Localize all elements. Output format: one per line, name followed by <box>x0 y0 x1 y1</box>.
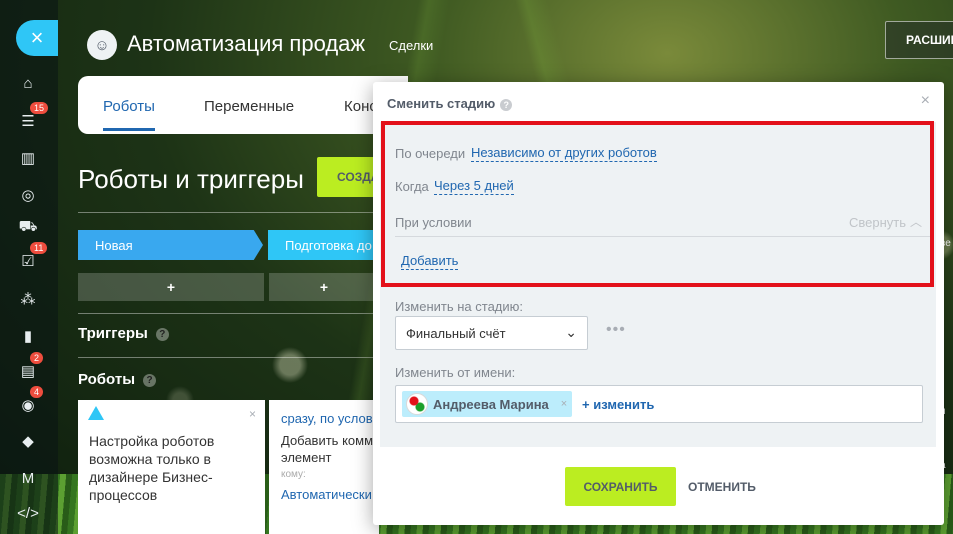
highlight-frame <box>381 121 934 287</box>
bank-icon[interactable]: ▥ <box>17 147 39 169</box>
close-icon: × <box>30 25 44 50</box>
remove-user-icon[interactable]: × <box>561 398 567 410</box>
robot-card[interactable]: сразу, по услов Добавить комм элемент ко… <box>269 400 379 534</box>
robot-recipient-value[interactable]: Автоматически <box>281 487 372 502</box>
box-icon[interactable]: ◆ <box>17 430 39 452</box>
nodes-icon[interactable]: ⁂ <box>17 288 39 310</box>
stage-field-label: Изменить на стадию: <box>395 299 524 314</box>
chart-icon[interactable]: ▮ <box>17 325 39 347</box>
change-user-link[interactable]: + изменить <box>582 397 654 412</box>
stage-label: Новая <box>95 237 133 253</box>
close-slider-button[interactable]: × <box>16 20 58 56</box>
create-button[interactable]: СОЗДА <box>317 157 379 197</box>
page-header-title: Автоматизация продаж <box>127 31 366 56</box>
close-icon[interactable]: × <box>921 92 930 110</box>
warning-text: Настройка роботов возможна только в диза… <box>89 433 215 503</box>
chevron-down-icon: ⌄ <box>565 324 577 340</box>
divider <box>78 357 378 358</box>
robot-condition-link[interactable]: сразу, по услов <box>281 411 373 426</box>
help-icon[interactable]: ? <box>143 373 157 387</box>
notification-badge: 4 <box>30 386 44 398</box>
active-tab-indicator <box>103 128 155 131</box>
robot-recipient-label: кому: <box>281 469 306 480</box>
tabs-bar: Роботы Переменные Конс <box>78 76 408 134</box>
avatar <box>406 393 428 415</box>
save-button[interactable]: СОХРАНИТЬ <box>565 467 676 506</box>
tab-variables[interactable]: Переменные <box>204 98 294 115</box>
target-icon[interactable]: ◎ <box>17 184 39 206</box>
robots-label: Роботы <box>78 371 136 388</box>
more-options-icon[interactable]: ••• <box>606 321 626 339</box>
user-selector-field[interactable]: Андреева Марина × + изменить <box>395 385 923 423</box>
notification-badge: 15 <box>30 102 49 114</box>
cancel-button[interactable]: ОТМЕНИТЬ <box>688 480 756 494</box>
triggers-label: Триггеры <box>78 325 148 342</box>
close-icon[interactable]: × <box>249 407 256 421</box>
stage-select[interactable]: Финальный счёт ⌄ <box>395 316 588 350</box>
dialog-title: Сменить стадию? <box>387 96 513 111</box>
expand-button[interactable]: РАСШИР <box>885 21 953 59</box>
stage-select-value: Финальный счёт <box>406 325 506 341</box>
robots-heading: Роботы? <box>78 371 157 388</box>
home-icon[interactable]: ⌂ <box>17 72 39 94</box>
robot-logo-icon: ☺ <box>87 30 117 60</box>
triggers-heading: Триггеры? <box>78 325 169 342</box>
robot-title: Добавить комм элемент <box>281 433 374 465</box>
warning-icon <box>88 406 104 420</box>
user-name: Андреева Марина <box>433 396 549 412</box>
from-field-label: Изменить от имени: <box>395 365 516 380</box>
tab-robots[interactable]: Роботы <box>103 98 155 115</box>
dialog-title-text: Сменить стадию <box>387 96 496 111</box>
market-icon[interactable]: M <box>17 467 39 489</box>
user-chip: Андреева Марина × <box>402 391 572 417</box>
cart-icon[interactable]: ⛟ <box>17 216 39 238</box>
help-icon[interactable]: ? <box>155 327 169 341</box>
header-subtitle: Сделки <box>389 38 434 53</box>
code-icon[interactable]: </> <box>17 502 39 524</box>
help-icon[interactable]: ? <box>500 98 513 111</box>
stage-preparation[interactable]: Подготовка до <box>268 230 388 260</box>
warning-card: × Настройка роботов возможна только в ди… <box>78 400 265 534</box>
notification-badge: 2 <box>30 352 44 364</box>
divider <box>78 313 378 314</box>
divider <box>78 212 378 213</box>
page-title: Роботы и триггеры <box>78 164 304 194</box>
add-trigger-button-2[interactable]: + <box>269 273 379 301</box>
add-trigger-button[interactable]: + <box>78 273 264 301</box>
stage-label: Подготовка до <box>285 237 372 253</box>
stage-new[interactable]: Новая <box>78 230 263 260</box>
notification-badge: 11 <box>30 242 48 254</box>
tab-constants[interactable]: Конс <box>344 98 377 115</box>
